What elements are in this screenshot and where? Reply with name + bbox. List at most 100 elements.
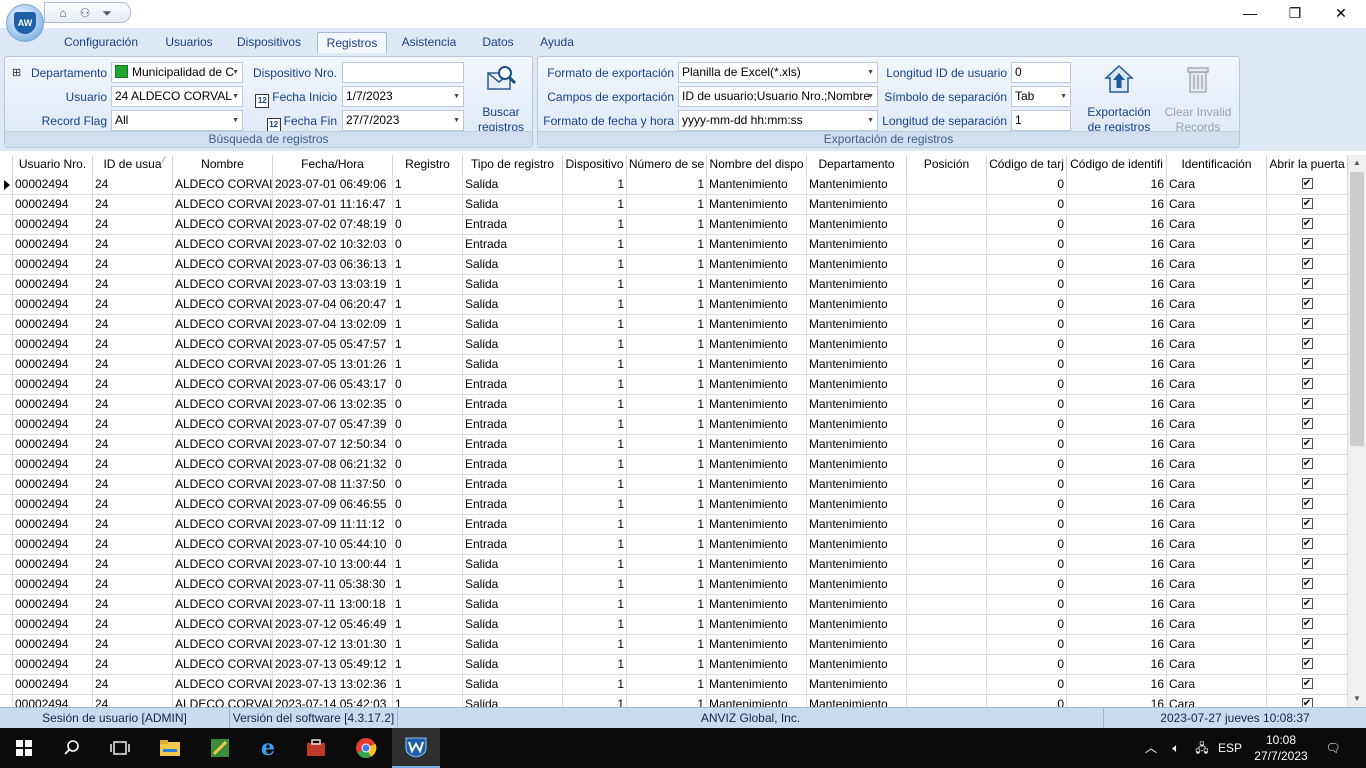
column-header-fecha-hora[interactable]: Fecha/Hora xyxy=(273,155,393,175)
row-selector[interactable] xyxy=(0,335,13,355)
close-button[interactable]: ✕ xyxy=(1318,0,1364,26)
cell-abrir-puerta[interactable]: ✔ xyxy=(1267,255,1348,275)
row-selector[interactable] xyxy=(0,375,13,395)
cell-abrir-puerta[interactable]: ✔ xyxy=(1267,555,1348,575)
cell-abrir-puerta[interactable]: ✔ xyxy=(1267,395,1348,415)
checkbox-checked-icon[interactable]: ✔ xyxy=(1301,218,1313,229)
column-header-registro[interactable]: Registro xyxy=(393,155,463,175)
table-row[interactable]: 00002494 24 ALDECO CORVAL 2023-07-01 06:49:… xyxy=(0,175,1348,195)
checkbox-checked-icon[interactable]: ✔ xyxy=(1301,318,1313,329)
table-row[interactable]: 00002494 24 ALDECO CORVAL 2023-07-08 11:37:… xyxy=(0,475,1348,495)
cell-abrir-puerta[interactable]: ✔ xyxy=(1267,455,1348,475)
column-header-nombre[interactable]: Nombre xyxy=(173,155,273,175)
cell-abrir-puerta[interactable]: ✔ xyxy=(1267,475,1348,495)
app-logo[interactable]: AW xyxy=(6,4,44,42)
checkbox-checked-icon[interactable]: ✔ xyxy=(1301,558,1313,569)
cell-abrir-puerta[interactable]: ✔ xyxy=(1267,235,1348,255)
language-indicator[interactable]: ESP xyxy=(1216,728,1244,768)
cell-abrir-puerta[interactable]: ✔ xyxy=(1267,215,1348,235)
scroll-up-icon[interactable]: ▲ xyxy=(1348,155,1366,171)
fecha-inicio-input[interactable]: 1/7/2023 ▼ xyxy=(342,86,464,107)
chrome-icon[interactable] xyxy=(342,728,390,768)
windows-start-icon[interactable] xyxy=(0,728,48,768)
table-row[interactable]: 00002494 24 ALDECO CORVAL 2023-07-03 13:03:… xyxy=(0,275,1348,295)
column-header-codigo-tarjeta[interactable]: Código de tarj xyxy=(987,155,1067,175)
row-selector[interactable] xyxy=(0,355,13,375)
table-row[interactable]: 00002494 24 ALDECO CORVAL 2023-07-03 06:36:… xyxy=(0,255,1348,275)
checkbox-checked-icon[interactable]: ✔ xyxy=(1301,398,1313,409)
table-row[interactable]: 00002494 24 ALDECO CORVAL 2023-07-11 13:00:… xyxy=(0,595,1348,615)
tab-configuracion[interactable]: Configuración xyxy=(56,32,146,53)
column-header-dispositivo[interactable]: Dispositivo xyxy=(563,155,627,175)
row-selector[interactable] xyxy=(0,515,13,535)
checkbox-checked-icon[interactable]: ✔ xyxy=(1301,658,1313,669)
buscar-registros-button[interactable]: Buscar registros xyxy=(471,63,531,135)
minimize-button[interactable]: — xyxy=(1227,0,1273,26)
column-header-tipo-registro[interactable]: Tipo de registro xyxy=(463,155,563,175)
table-row[interactable]: 00002494 24 ALDECO CORVAL 2023-07-11 05:38:… xyxy=(0,575,1348,595)
checkbox-checked-icon[interactable]: ✔ xyxy=(1301,698,1313,707)
cell-abrir-puerta[interactable]: ✔ xyxy=(1267,575,1348,595)
table-row[interactable]: 00002494 24 ALDECO CORVAL 2023-07-10 05:44:… xyxy=(0,535,1348,555)
cell-abrir-puerta[interactable]: ✔ xyxy=(1267,695,1348,707)
table-row[interactable]: 00002494 24 ALDECO CORVAL 2023-07-10 13:00:… xyxy=(0,555,1348,575)
file-explorer-icon[interactable] xyxy=(146,728,194,768)
checkbox-checked-icon[interactable]: ✔ xyxy=(1301,618,1313,629)
tab-registros[interactable]: Registros xyxy=(317,32,387,53)
internet-explorer-icon[interactable]: e xyxy=(244,728,292,768)
checkbox-checked-icon[interactable]: ✔ xyxy=(1301,498,1313,509)
tools-app-icon[interactable] xyxy=(196,728,244,768)
checkbox-checked-icon[interactable]: ✔ xyxy=(1301,258,1313,269)
row-selector[interactable] xyxy=(0,435,13,455)
longitud-id-input[interactable]: 0 xyxy=(1011,62,1071,83)
cell-abrir-puerta[interactable]: ✔ xyxy=(1267,435,1348,455)
row-selector[interactable] xyxy=(0,675,13,695)
restore-button[interactable]: ❐ xyxy=(1272,0,1318,26)
cell-abrir-puerta[interactable]: ✔ xyxy=(1267,315,1348,335)
table-row[interactable]: 00002494 24 ALDECO CORVAL 2023-07-09 06:46:… xyxy=(0,495,1348,515)
table-row[interactable]: 00002494 24 ALDECO CORVAL 2023-07-01 11:16:… xyxy=(0,195,1348,215)
row-selector[interactable] xyxy=(0,315,13,335)
tab-ayuda[interactable]: Ayuda xyxy=(533,32,581,53)
column-header-abrir-puerta[interactable]: Abrir la puerta xyxy=(1267,155,1348,175)
usuario-select[interactable]: 24 ALDECO CORVAL ▼ xyxy=(111,86,243,107)
row-selector[interactable] xyxy=(0,535,13,555)
cell-abrir-puerta[interactable]: ✔ xyxy=(1267,675,1348,695)
home-icon[interactable]: ⌂ xyxy=(55,6,71,20)
row-selector[interactable] xyxy=(0,635,13,655)
row-selector[interactable] xyxy=(0,475,13,495)
checkbox-checked-icon[interactable]: ✔ xyxy=(1301,418,1313,429)
column-header-identificacion[interactable]: Identificación xyxy=(1167,155,1267,175)
toolbox-app-icon[interactable] xyxy=(292,728,340,768)
checkbox-checked-icon[interactable]: ✔ xyxy=(1301,358,1313,369)
checkbox-checked-icon[interactable]: ✔ xyxy=(1301,378,1313,389)
users-icon[interactable]: ⚇ xyxy=(77,6,93,20)
cell-abrir-puerta[interactable]: ✔ xyxy=(1267,175,1348,195)
checkbox-checked-icon[interactable]: ✔ xyxy=(1301,338,1313,349)
cell-abrir-puerta[interactable]: ✔ xyxy=(1267,635,1348,655)
anviz-app-icon[interactable] xyxy=(392,728,440,768)
table-row[interactable]: 00002494 24 ALDECO CORVAL 2023-07-07 05:47:… xyxy=(0,415,1348,435)
table-row[interactable]: 00002494 24 ALDECO CORVAL 2023-07-08 06:21:… xyxy=(0,455,1348,475)
tab-usuarios[interactable]: Usuarios xyxy=(157,32,221,53)
cell-abrir-puerta[interactable]: ✔ xyxy=(1267,335,1348,355)
row-selector[interactable] xyxy=(0,175,13,195)
search-icon[interactable] xyxy=(48,728,96,768)
campos-select[interactable]: ID de usuario;Usuario Nro.;Nombre ▼ xyxy=(678,86,878,107)
table-row[interactable]: 00002494 24 ALDECO CORVAL 2023-07-09 11:11:… xyxy=(0,515,1348,535)
tab-datos[interactable]: Datos xyxy=(476,32,520,53)
row-selector[interactable] xyxy=(0,295,13,315)
volume-icon[interactable]: 🔈︎ xyxy=(1165,728,1187,768)
checkbox-checked-icon[interactable]: ✔ xyxy=(1301,438,1313,449)
chevron-up-icon[interactable]: ︿ xyxy=(1142,728,1160,768)
network-icon[interactable]: 🖧︎ xyxy=(1191,728,1213,768)
row-selector[interactable] xyxy=(0,615,13,635)
cell-abrir-puerta[interactable]: ✔ xyxy=(1267,655,1348,675)
column-header-nombre-dispositivo[interactable]: Nombre del dispo xyxy=(707,155,807,175)
exportacion-registros-button[interactable]: Exportación de registros xyxy=(1081,63,1157,135)
table-row[interactable]: 00002494 24 ALDECO CORVAL 2023-07-06 05:43:… xyxy=(0,375,1348,395)
notifications-icon[interactable]: 🗨︎ xyxy=(1320,728,1346,768)
simbolo-select[interactable]: Tab ▼ xyxy=(1011,86,1071,107)
scroll-down-icon[interactable]: ▼ xyxy=(1348,691,1366,707)
table-row[interactable]: 00002494 24 ALDECO CORVAL 2023-07-02 07:48:… xyxy=(0,215,1348,235)
